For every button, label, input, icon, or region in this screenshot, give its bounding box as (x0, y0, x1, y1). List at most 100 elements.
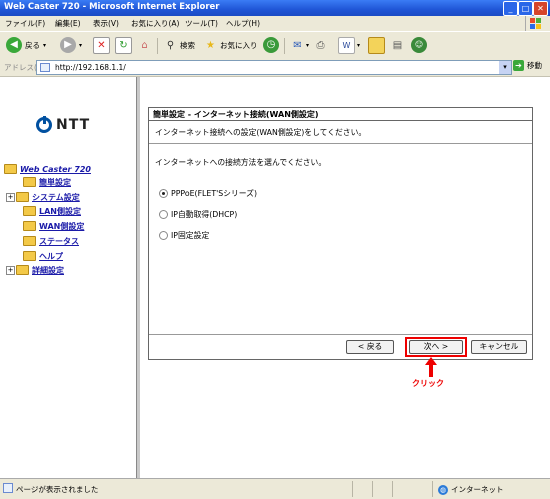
address-url: http://192.168.1.1/ (55, 63, 126, 72)
tree-root-label[interactable]: Web Caster 720 (20, 165, 91, 174)
folder-icon (23, 251, 36, 261)
folder-icon (23, 206, 36, 216)
tree-item-label[interactable]: 簡単設定 (39, 177, 71, 188)
history-button[interactable]: ◷ (263, 36, 279, 54)
back-arrow-icon: ◀ (6, 37, 22, 53)
frame-divider[interactable] (136, 77, 140, 478)
messenger-button[interactable]: ☺ (411, 36, 427, 54)
favorites-button[interactable]: ★ お気に入り (203, 36, 258, 54)
tree-item-label[interactable]: ヘルプ (39, 251, 63, 262)
status-divider (392, 481, 393, 497)
forward-button[interactable]: ▶ ▾ (60, 36, 82, 54)
menu-view[interactable]: 表示(V) (93, 18, 119, 29)
go-arrow-icon: ➔ (513, 60, 524, 71)
edit-button[interactable]: W ▾ (338, 36, 360, 54)
print-icon: ⎙ (316, 39, 325, 51)
folder-open-icon (4, 164, 17, 174)
print-button[interactable]: ⎙ (313, 36, 328, 54)
tree-item-advanced-settings[interactable]: + 詳細設定 (6, 263, 64, 277)
ntt-logo: NTT (36, 116, 90, 133)
refresh-icon: ↻ (115, 36, 132, 54)
favorites-label: お気に入り (220, 40, 258, 50)
address-input[interactable]: http://192.168.1.1/ ▾ (36, 60, 512, 75)
minimize-button[interactable]: _ (503, 1, 518, 16)
tree-root[interactable]: Web Caster 720 (4, 162, 91, 176)
research-button[interactable]: ▤ (390, 36, 405, 54)
folder-icon (23, 177, 36, 187)
cancel-button[interactable]: キャンセル (471, 340, 527, 354)
back-button[interactable]: ◀ 戻る ▾ (6, 36, 46, 54)
navigation-frame: NTT Web Caster 720 簡単設定 + システム設定 LAN側設定 … (0, 77, 136, 478)
toolbar-divider (157, 38, 158, 54)
expand-icon[interactable]: + (6, 192, 15, 202)
click-annotation: クリック (412, 379, 444, 388)
go-label: 移動 (527, 61, 542, 70)
go-button[interactable]: ➔ 移動 (513, 60, 542, 71)
wan-setup-panel: 簡単設定 - インターネット接続(WAN側設定) インターネット接続への設定(W… (148, 107, 533, 360)
home-button[interactable]: ⌂ (137, 36, 152, 54)
folder-icon (23, 221, 36, 231)
radio-static-ip[interactable]: IP固定設定 (159, 230, 209, 241)
radio-pppoe[interactable]: PPPoE(FLET'Sシリーズ) (159, 188, 257, 199)
tree-item-wan-settings[interactable]: WAN側設定 (14, 219, 84, 233)
search-button[interactable]: ⚲ 検索 (163, 36, 195, 54)
tree-item-label[interactable]: WAN側設定 (39, 221, 84, 232)
radio-button-selected[interactable] (159, 189, 168, 198)
radio-button[interactable] (159, 210, 168, 219)
back-label: 戻る (25, 40, 40, 50)
menu-help[interactable]: ヘルプ(H) (226, 18, 260, 29)
tree-item-label[interactable]: LAN側設定 (39, 206, 81, 217)
page-content: NTT Web Caster 720 簡単設定 + システム設定 LAN側設定 … (0, 77, 550, 478)
refresh-button[interactable]: ↻ (115, 36, 132, 54)
close-button[interactable]: ✕ (533, 1, 548, 16)
tree-item-system-settings[interactable]: + システム設定 (6, 190, 80, 204)
status-bar: ページが表示されました ◍ インターネット (0, 478, 550, 499)
word-icon: W (338, 36, 355, 54)
status-divider (352, 481, 353, 497)
folder-button[interactable] (368, 36, 385, 54)
menu-edit[interactable]: 編集(E) (55, 18, 81, 29)
tree-item-easy-setup[interactable]: 簡単設定 (14, 175, 71, 189)
mail-icon: ✉ (293, 39, 302, 51)
tree-item-label[interactable]: ステータス (39, 236, 79, 247)
panel-description: インターネット接続への設定(WAN側設定)をしてください。 (149, 121, 532, 144)
menu-bar: ファイル(F) 編集(E) 表示(V) お気に入り(A) ツール(T) ヘルプ(… (0, 16, 550, 31)
tree-item-label[interactable]: 詳細設定 (32, 265, 64, 276)
stop-icon: ✕ (93, 36, 110, 54)
window-title: Web Caster 720 - Microsoft Internet Expl… (4, 2, 220, 12)
menu-favorites[interactable]: お気に入り(A) (131, 18, 179, 29)
research-icon: ▤ (392, 39, 403, 51)
tree-item-help[interactable]: ヘルプ (14, 249, 63, 263)
radio-label: PPPoE(FLET'Sシリーズ) (171, 189, 258, 198)
search-icon: ⚲ (166, 39, 175, 51)
stop-button[interactable]: ✕ (93, 36, 110, 54)
up-arrow-icon (425, 357, 437, 377)
address-dropdown-icon[interactable]: ▾ (499, 61, 511, 74)
title-bar: Web Caster 720 - Microsoft Internet Expl… (0, 0, 550, 16)
radio-label: IP固定設定 (171, 231, 210, 240)
globe-icon: ◍ (438, 484, 448, 495)
security-zone: ◍ インターネット (438, 484, 504, 495)
history-icon: ◷ (263, 37, 279, 53)
mail-button[interactable]: ✉ ▾ (290, 36, 309, 54)
ntt-logo-icon (36, 116, 52, 133)
menu-file[interactable]: ファイル(F) (5, 18, 45, 29)
highlight-box (405, 337, 467, 357)
status-divider (372, 481, 373, 497)
radio-dhcp[interactable]: IP自動取得(DHCP) (159, 209, 237, 220)
folder-icon (16, 192, 29, 202)
toolbar-divider (284, 38, 285, 54)
maximize-button[interactable]: □ (518, 1, 533, 16)
page-icon (40, 63, 50, 72)
radio-button[interactable] (159, 231, 168, 240)
page-done-icon (3, 483, 13, 493)
windows-logo-icon (525, 16, 546, 31)
menu-tools[interactable]: ツール(T) (185, 18, 218, 29)
messenger-icon: ☺ (411, 37, 427, 53)
back-step-button[interactable]: < 戻る (346, 340, 394, 354)
tree-item-lan-settings[interactable]: LAN側設定 (14, 204, 81, 218)
expand-icon[interactable]: + (6, 265, 15, 275)
tree-item-label[interactable]: システム設定 (32, 192, 80, 203)
tree-item-status[interactable]: ステータス (14, 234, 79, 248)
home-icon: ⌂ (141, 39, 148, 51)
